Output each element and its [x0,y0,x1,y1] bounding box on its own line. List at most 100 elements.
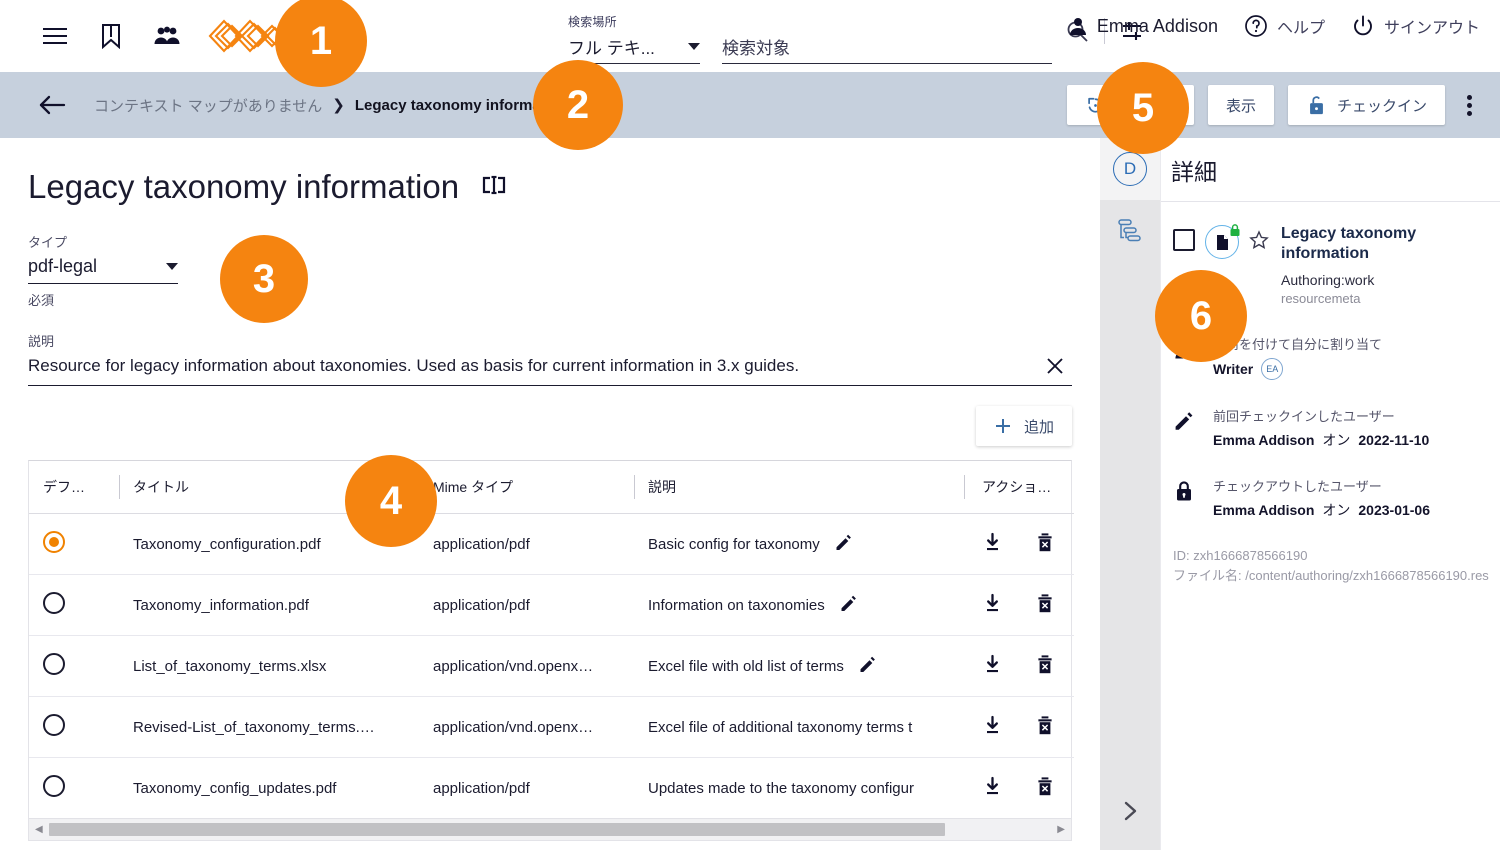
description-input[interactable] [28,356,1038,376]
checkin-button[interactable]: チェックイン [1287,85,1445,125]
metadata-checkin-block: 前回チェックインしたユーザー Emma Addison オン 2022-11-1… [1213,406,1429,450]
row-mime: application/pdf [419,574,634,636]
row-default-cell [29,513,119,575]
row-description: Excel file of additional taxonomy terms … [648,718,913,736]
download-icon[interactable] [982,593,1003,618]
default-radio[interactable] [43,653,65,675]
search-input-wrap [722,39,1052,64]
search-scope-value: フル テキ... [568,39,655,58]
chevron-down-icon [688,43,700,50]
table-row[interactable]: Taxonomy_information.pdf application/pdf… [29,574,1074,636]
metadata-value: Emma Addison オン 2023-01-06 [1213,500,1430,520]
search-scope-value-row[interactable]: フル テキ... [568,34,700,64]
row-default-cell [29,758,119,819]
scrollbar-thumb[interactable] [48,823,945,836]
breadcrumb-separator-icon: ❯ [332,97,345,114]
delete-icon[interactable] [1035,654,1055,679]
delete-icon[interactable] [1035,776,1055,801]
pencil-icon[interactable] [839,594,858,617]
column-header-actions[interactable]: アクショ… [964,461,1074,514]
global-search: 検索場所 フル テキ... [568,8,1052,64]
table-horizontal-scrollbar[interactable]: ◀ ▶ [29,818,1071,840]
help-button[interactable]: ヘルプ [1244,14,1325,38]
star-outline-icon[interactable] [1249,230,1269,255]
type-select-value: pdf-legal [28,256,98,276]
breadcrumb-parent[interactable]: コンテキスト マップがありません [94,95,322,116]
table-row[interactable]: Taxonomy_configuration.pdf application/p… [29,513,1074,575]
chevron-right-icon[interactable] [1118,799,1142,828]
row-actions-cell [964,513,1074,575]
row-title: List_of_taxonomy_terms.xlsx [119,635,419,697]
default-radio[interactable] [43,531,65,553]
add-resource-button[interactable]: 追加 [975,406,1072,446]
default-radio[interactable] [43,592,65,614]
table-row[interactable]: Revised-List_of_taxonomy_terms.… applica… [29,696,1074,758]
type-select[interactable]: pdf-legal [28,256,178,284]
lock-green-icon [1228,223,1242,237]
details-item-name: Legacy taxonomy information [1281,225,1417,262]
column-header-mime[interactable]: Mime タイプ [419,461,634,514]
table-row[interactable]: Taxonomy_config_updates.pdf application/… [29,758,1074,819]
row-actions-cell [964,635,1074,697]
row-description: Updates made to the taxonomy configur [648,779,914,797]
scroll-left-arrow-icon[interactable]: ◀ [35,824,43,835]
details-item-type: resourcemeta [1281,291,1361,306]
pencil-icon[interactable] [858,655,877,678]
chevron-down-icon [166,263,178,270]
column-header-description[interactable]: 説明 [634,461,964,514]
details-id-line: ID: zxh1666878566190 [1173,548,1308,563]
close-icon[interactable] [1038,355,1072,377]
bookmark-icon[interactable] [94,19,128,53]
row-description-cell: Excel file of additional taxonomy terms … [634,696,964,758]
default-radio[interactable] [43,775,65,797]
delete-icon[interactable] [1035,715,1055,740]
more-options-icon[interactable] [1459,87,1480,124]
avatar[interactable]: EA [1261,358,1284,380]
details-card-text: Legacy taxonomy information Authoring:wo… [1281,224,1488,306]
view-button[interactable]: 表示 [1207,85,1274,125]
resources-table: デフ… タイトル Mime タイプ 説明 アクショ… Taxonomy_conf… [29,461,1074,818]
person-icon [1069,18,1086,35]
download-icon[interactable] [982,715,1003,740]
hierarchy-tree-icon [1118,219,1141,242]
download-icon[interactable] [982,776,1003,801]
search-scope-select[interactable]: 検索場所 フル テキ... [568,13,700,64]
row-description-cell: Basic config for taxonomy [634,513,964,575]
page-title: Legacy taxonomy information [28,168,460,205]
delete-icon[interactable] [1035,593,1055,618]
row-actions-cell [964,574,1074,636]
metadata-row-checkout: チェックアウトしたユーザー Emma Addison オン 2023-01-06 [1171,476,1500,520]
hamburger-menu-icon[interactable] [38,19,72,53]
table-row[interactable]: List_of_taxonomy_terms.xlsx application/… [29,635,1074,697]
details-panel: 詳細 Legacy taxonomy information Authoring… [1160,138,1500,850]
callout-badge-6: 6 [1155,270,1247,362]
top-navigation-bar: 検索場所 フル テキ... 検索対象 Emma Addison ヘルプ サインア… [0,0,1500,72]
pencil-icon[interactable] [834,533,853,556]
details-panel-title: 詳細 [1171,158,1217,185]
column-header-default[interactable]: デフ… [29,461,119,514]
power-icon [1354,15,1372,36]
user-account-button[interactable]: Emma Addison [1068,16,1218,37]
search-input[interactable] [722,39,1052,59]
people-icon[interactable] [150,19,184,53]
download-icon[interactable] [982,532,1003,557]
signout-button[interactable]: サインアウト [1351,14,1480,38]
breadcrumb: コンテキスト マップがありません ❯ Legacy taxonomy infor… [94,95,568,116]
default-radio[interactable] [43,714,65,736]
delete-icon[interactable] [1035,532,1055,557]
document-icon[interactable] [1205,223,1242,259]
row-actions-cell [964,696,1074,758]
metadata-row-last-checkin: 前回チェックインしたユーザー Emma Addison オン 2022-11-1… [1171,406,1500,450]
checkin-date: 2022-11-10 [1358,432,1430,448]
scroll-right-arrow-icon[interactable]: ▶ [1057,824,1065,835]
rail-tab-hierarchy[interactable] [1100,200,1160,262]
help-label: ヘルプ [1276,20,1325,37]
callout-badge-2: 2 [533,60,623,150]
rename-text-icon[interactable] [481,174,507,201]
add-label: 追加 [1023,418,1054,436]
download-icon[interactable] [982,654,1003,679]
checkbox-icon[interactable] [1173,229,1195,251]
description-input-row [28,355,1072,386]
back-arrow-icon[interactable] [38,94,66,116]
type-field-label: タイプ [28,235,68,250]
